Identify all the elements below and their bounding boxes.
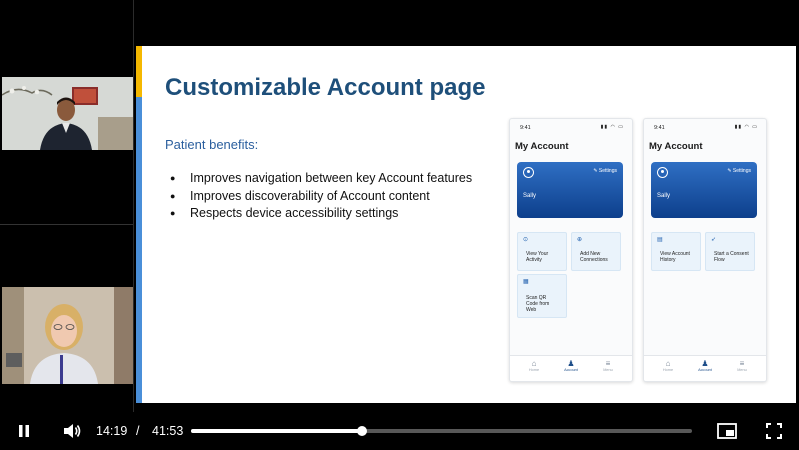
- participant-divider: [0, 224, 134, 225]
- home-icon: ⌂: [531, 359, 537, 368]
- fullscreen-icon: [766, 423, 782, 439]
- status-time: 9:41: [654, 125, 665, 131]
- tile-view-account-history: ▤ View Account History: [651, 232, 701, 271]
- tile-add-connections: ⊕ Add New Connections: [571, 232, 621, 271]
- user-name: Sally: [657, 193, 671, 199]
- seek-bar[interactable]: [191, 426, 692, 436]
- benefit-item: Improves discoverability of Account cont…: [170, 188, 472, 206]
- tab-label: Account: [564, 368, 578, 372]
- tab-menu: ≡ Menu: [593, 359, 623, 373]
- duration: 41:53: [152, 424, 184, 438]
- tab-label: Menu: [603, 368, 613, 372]
- benefit-list: Improves navigation between key Account …: [170, 170, 472, 223]
- menu-icon: ≡: [605, 359, 611, 368]
- activity-icon: ⊙: [523, 237, 529, 243]
- tab-bar: ⌂ Home ♟ Account ≡ Menu: [644, 355, 766, 381]
- settings-label: Settings: [732, 168, 751, 174]
- person-icon: ♟: [701, 359, 709, 368]
- user-avatar-icon: [523, 167, 534, 178]
- participant-2-avatar: [2, 287, 133, 384]
- tab-label: Home: [662, 368, 674, 372]
- tab-home: ⌂ Home: [653, 359, 683, 373]
- participant-video-2: [2, 287, 133, 384]
- profile-card: ✎ Settings Sally: [517, 162, 623, 218]
- presentation-slide: Customizable Account page Patient benefi…: [136, 46, 796, 403]
- profile-card: ✎ Settings Sally: [651, 162, 757, 218]
- participant-panel: [0, 0, 134, 412]
- player-controls: 14:19 / 41:53: [0, 412, 799, 450]
- user-avatar-icon: [657, 167, 668, 178]
- benefit-item: Improves navigation between key Account …: [170, 170, 472, 188]
- time-separator: /: [136, 424, 140, 438]
- panel-separator: [133, 0, 134, 412]
- slide-title: Customizable Account page: [165, 74, 486, 101]
- settings-link: ✎ Settings: [727, 168, 751, 174]
- settings-link: ✎ Settings: [593, 168, 617, 174]
- tab-label: Menu: [737, 368, 747, 372]
- tile-scan-qr: ▦ Scan QR Code from Web: [517, 274, 567, 318]
- tile-view-activity: ⊙ View Your Activity: [517, 232, 567, 271]
- settings-label: Settings: [598, 168, 617, 174]
- history-icon: ▤: [657, 237, 663, 243]
- tile-label: Scan QR Code from Web: [526, 295, 550, 313]
- slide-accent-blue: [136, 97, 142, 403]
- tile-label: Start a Consent Flow: [714, 251, 749, 263]
- tile-label: View Account History: [660, 251, 690, 263]
- pause-button[interactable]: [10, 412, 38, 450]
- tile-label: Add New Connections: [580, 251, 608, 263]
- tab-label: Account: [698, 368, 712, 372]
- qr-code-icon: ▦: [523, 279, 529, 285]
- rocket-icon: ➶: [711, 237, 717, 243]
- tab-home: ⌂ Home: [519, 359, 549, 373]
- tile-label: View Your Activity: [526, 251, 549, 263]
- home-icon: ⌂: [665, 359, 671, 368]
- person-icon: ♟: [567, 359, 575, 368]
- participant-video-1: [2, 77, 133, 150]
- participant-1-avatar: [2, 77, 133, 150]
- current-time: 14:19: [96, 424, 128, 438]
- tab-bar: ⌂ Home ♟ Account ≡ Menu: [510, 355, 632, 381]
- slide-accent-yellow: [136, 46, 142, 97]
- phone-mockup-2: 9:41 ▮▮ ◠ ▭ My Account ✎ Settings Sally …: [643, 118, 767, 382]
- slide-subtitle: Patient benefits:: [165, 137, 259, 152]
- pause-icon: [19, 425, 29, 437]
- user-name: Sally: [523, 193, 537, 199]
- status-icons: ▮▮ ◠ ▭: [600, 124, 624, 130]
- plus-icon: ⊕: [577, 237, 583, 243]
- tab-account: ♟ Account: [690, 359, 720, 373]
- volume-button[interactable]: [58, 412, 86, 450]
- fullscreen-button[interactable]: [760, 412, 788, 450]
- tab-account: ♟ Account: [556, 359, 586, 373]
- status-icons: ▮▮ ◠ ▭: [734, 124, 758, 130]
- picture-in-picture-button[interactable]: [713, 412, 741, 450]
- menu-icon: ≡: [739, 359, 745, 368]
- phone-title: My Account: [515, 141, 569, 152]
- phone-mockup-1: 9:41 ▮▮ ◠ ▭ My Account ✎ Settings Sally …: [509, 118, 633, 382]
- benefit-item: Respects device accessibility settings: [170, 205, 472, 223]
- tile-start-consent-flow: ➶ Start a Consent Flow: [705, 232, 755, 271]
- seek-handle[interactable]: [356, 426, 367, 436]
- tab-label: Home: [528, 368, 540, 372]
- phone-title: My Account: [649, 141, 703, 152]
- seek-bar-played: [191, 429, 362, 433]
- picture-in-picture-icon: [717, 423, 737, 439]
- status-time: 9:41: [520, 125, 531, 131]
- volume-icon: [64, 424, 81, 438]
- tab-menu: ≡ Menu: [727, 359, 757, 373]
